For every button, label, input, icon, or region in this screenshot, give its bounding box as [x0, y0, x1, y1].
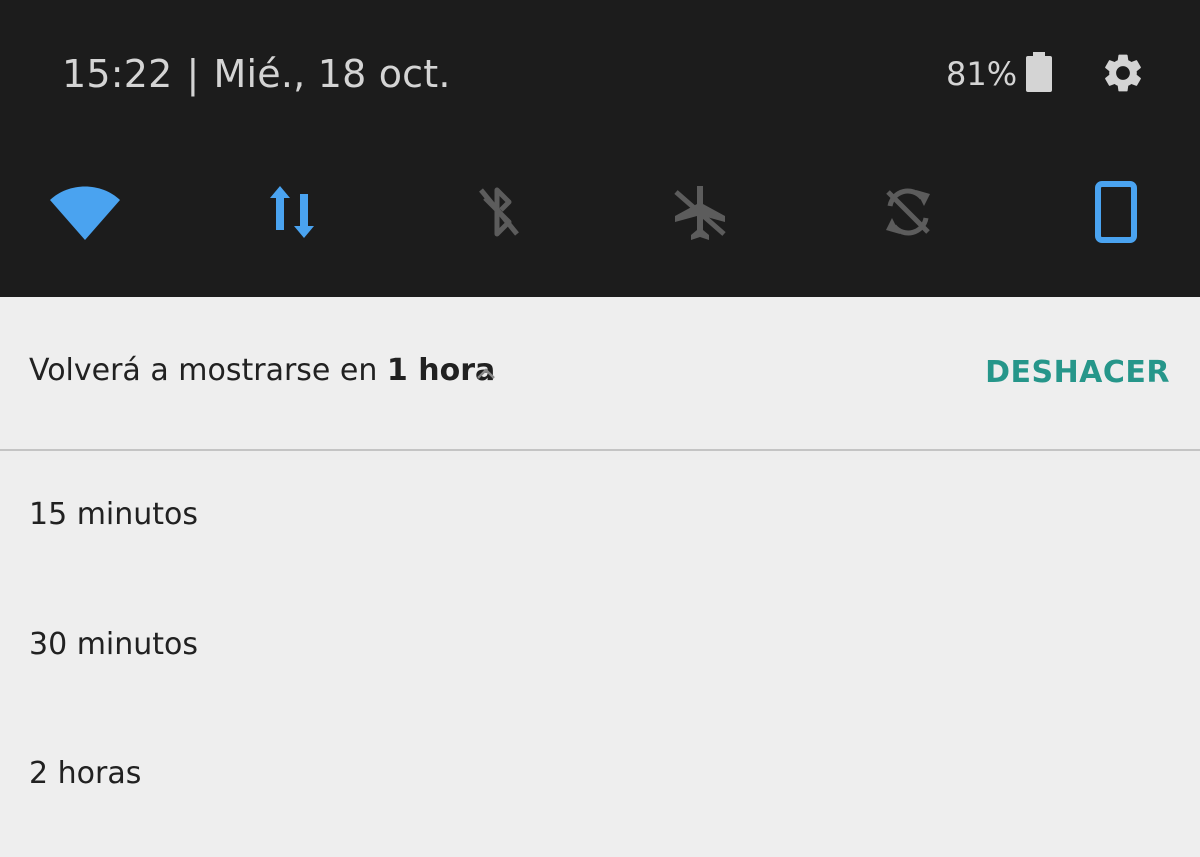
quick-tiles-row — [0, 170, 1200, 254]
snooze-duration-toggle[interactable]: Volverá a mostrarse en 1 hora — [29, 351, 495, 391]
snooze-option-30-min[interactable]: 30 minutos — [0, 581, 1200, 709]
tile-bluetooth[interactable] — [456, 170, 540, 254]
undo-button[interactable]: DESHACER — [985, 353, 1170, 393]
battery-icon — [1026, 52, 1052, 92]
auto-rotate-off-icon — [886, 188, 930, 236]
wifi-icon — [50, 186, 120, 240]
airplane-mode-off-icon — [674, 186, 726, 240]
chevron-up-icon[interactable] — [474, 362, 498, 386]
snooze-option-15-min[interactable]: 15 minutos — [0, 451, 1200, 579]
date-separator: | — [186, 52, 200, 96]
date: Mié., 18 oct. — [213, 52, 451, 96]
tile-airplane-mode[interactable] — [658, 170, 742, 254]
snooze-option-2-hours[interactable]: 2 horas — [0, 710, 1200, 838]
tile-mobile-data[interactable] — [250, 170, 334, 254]
quick-settings-shade: 15:22 | Mié., 18 oct. 81% — [0, 0, 1200, 297]
phone-portrait-icon — [1095, 181, 1137, 243]
tile-auto-rotate[interactable] — [866, 170, 950, 254]
status-row: 15:22 | Mié., 18 oct. 81% — [0, 0, 1200, 150]
snooze-option-label: 15 minutos — [29, 497, 199, 532]
snooze-header: Volverá a mostrarse en 1 hora DESHACER — [0, 297, 1200, 451]
snooze-option-label: 30 minutos — [29, 627, 199, 662]
mobile-data-icon — [270, 186, 314, 238]
date-time[interactable]: 15:22 | Mié., 18 oct. — [62, 50, 451, 98]
snooze-prefix: Volverá a mostrarse en — [29, 353, 387, 388]
gear-icon[interactable] — [1100, 50, 1146, 96]
clock: 15:22 — [62, 52, 173, 96]
snooze-option-label: 2 horas — [29, 756, 142, 791]
bluetooth-off-icon — [479, 187, 519, 237]
tile-screen-orientation[interactable] — [1074, 170, 1158, 254]
tile-wifi[interactable] — [43, 170, 127, 254]
battery-percentage: 81% — [946, 55, 1018, 93]
